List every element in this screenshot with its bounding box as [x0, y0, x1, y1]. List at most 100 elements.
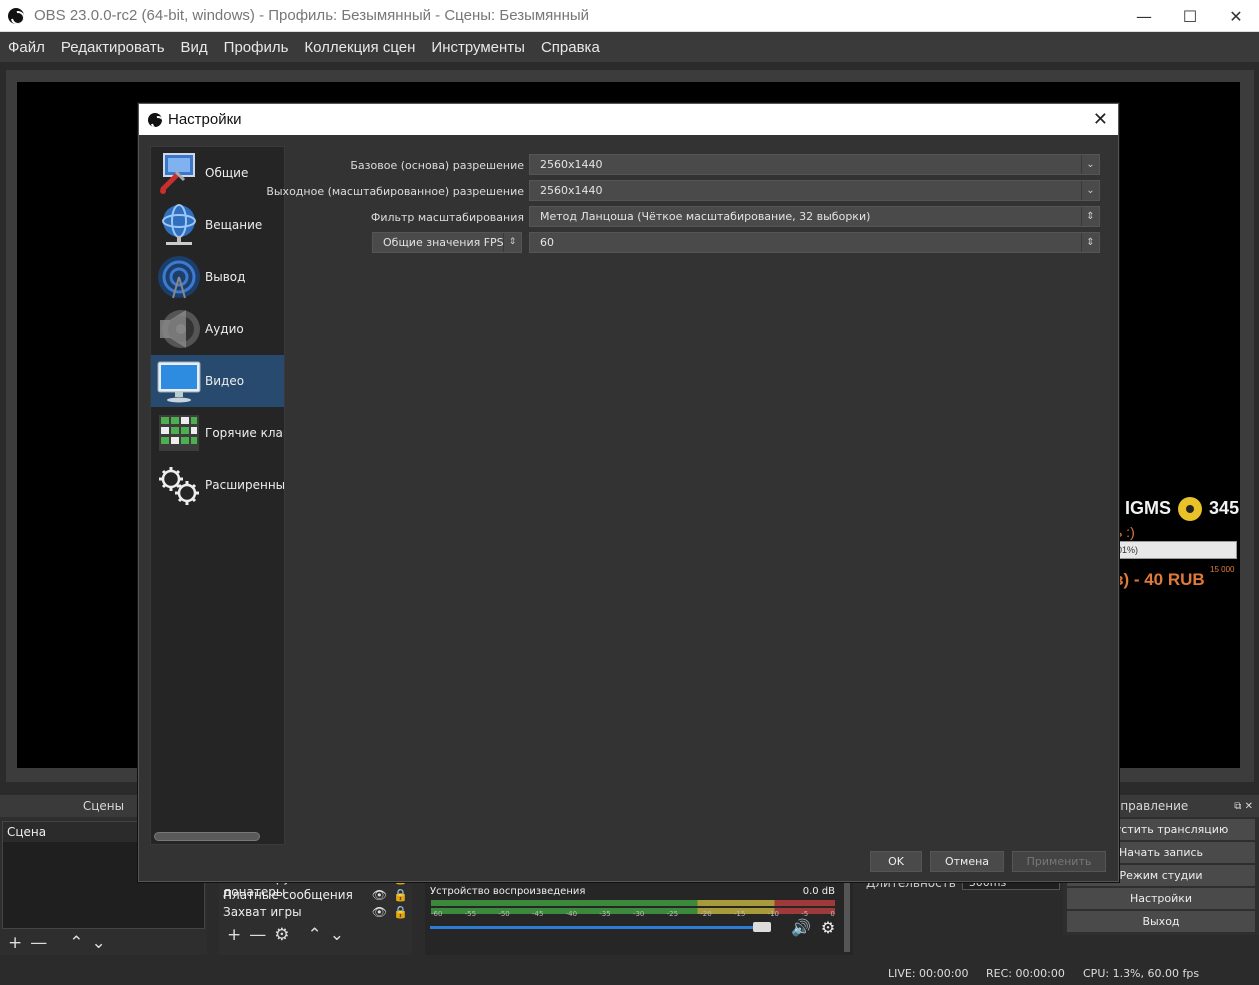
meter-tick: -55 [464, 910, 477, 918]
exit-button[interactable]: Выход [1067, 911, 1255, 932]
fps-type-value: Общие значения FPS [383, 236, 504, 249]
meter-tick: -10 [767, 910, 779, 918]
nav-output[interactable]: Вывод [151, 251, 284, 303]
meter-tick: -30 [632, 910, 645, 918]
meter-tick: -20 [700, 910, 712, 918]
dialog-title: Настройки [168, 111, 242, 128]
donation-overlay: ı IGMS 345 ь :) 01%) 15 000 з) - 40 RUB [1115, 497, 1240, 597]
downscale-filter-select[interactable]: Метод Ланцоша (Чёткое масштабирование, 3… [529, 206, 1100, 227]
source-item[interactable]: Захват игры 👁 🔒 [219, 904, 412, 921]
meter-tick: -45 [531, 910, 544, 918]
audio-icon [153, 305, 205, 353]
video-settings-form: Базовое (основа) разрешение 2560x1440 ⌄ … [266, 154, 1109, 258]
updown-arrows-icon[interactable]: ⇕ [503, 233, 521, 252]
output-resolution-value: 2560x1440 [540, 184, 603, 197]
overlay-progress-text: 01%) [1117, 545, 1139, 555]
dialog-buttons: OK Отмена Применить [870, 851, 1106, 872]
nav-scrollbar[interactable] [154, 832, 260, 841]
updown-arrows-icon[interactable]: ⇕ [1081, 207, 1099, 226]
nav-stream[interactable]: Вещание [151, 199, 284, 251]
menu-tools[interactable]: Инструменты [423, 39, 533, 56]
overlay-progress-bar: 01%) [1115, 541, 1237, 559]
volume-meter-left [431, 900, 835, 906]
meter-tick: 0 [830, 910, 835, 918]
move-source-down-button[interactable]: ⌄ [330, 925, 344, 945]
downscale-filter-label: Фильтр масштабирования [370, 211, 524, 224]
output-resolution-label: Выходное (масштабированное) разрешение [266, 185, 524, 198]
menu-view[interactable]: Вид [173, 39, 216, 56]
lock-icon[interactable]: 🔒 [393, 905, 408, 920]
stream-icon [153, 201, 205, 249]
overlay-goal: 15 000 [1210, 565, 1235, 574]
nav-hotkeys[interactable]: Горячие клавиши [151, 407, 284, 459]
source-properties-button[interactable]: ⚙ [274, 925, 289, 945]
menu-edit[interactable]: Редактировать [53, 39, 173, 56]
menu-help[interactable]: Справка [533, 39, 608, 56]
overlay-last-donation: з) - 40 RUB [1115, 570, 1205, 589]
add-scene-button[interactable]: + [8, 933, 22, 953]
nav-advanced[interactable]: Расширенные [151, 459, 284, 511]
remove-scene-button[interactable]: — [30, 933, 47, 953]
source-label: Платные сообщения [223, 888, 353, 902]
ok-button[interactable]: OK [870, 851, 922, 872]
menu-file[interactable]: Файл [0, 39, 53, 56]
cancel-button[interactable]: Отмена [930, 851, 1004, 872]
eye-icon[interactable]: 👁 [372, 905, 387, 920]
speaker-icon[interactable]: 🔊 [791, 918, 811, 937]
nav-audio[interactable]: Аудио [151, 303, 284, 355]
chevron-down-icon[interactable]: ⌄ [1081, 155, 1099, 174]
mixer-db-value: 0.0 dB [802, 886, 835, 897]
controls-title-text: Управление [1113, 799, 1189, 813]
volume-slider-handle[interactable] [753, 922, 771, 932]
close-window-button[interactable]: ✕ [1213, 0, 1259, 32]
move-scene-down-button[interactable]: ⌄ [92, 933, 106, 953]
nav-video[interactable]: Видео [151, 355, 284, 407]
apply-button[interactable]: Применить [1012, 851, 1106, 872]
menu-profile[interactable]: Профиль [216, 39, 297, 56]
dock-float-close-icon[interactable]: ⧉ ✕ [1234, 801, 1253, 812]
video-icon [153, 357, 205, 405]
fps-type-select[interactable]: Общие значения FPS ⇕ [372, 232, 522, 253]
output-resolution-select[interactable]: 2560x1440 ⌄ [529, 180, 1100, 201]
meter-tick: -25 [666, 910, 679, 918]
source-item[interactable]: Платные сообщения 👁 🔒 [219, 887, 412, 904]
status-bar: LIVE: 00:00:00 REC: 00:00:00 CPU: 1.3%, … [0, 962, 1259, 985]
eye-icon[interactable]: 👁 [372, 888, 387, 903]
minimize-button[interactable]: — [1121, 0, 1167, 32]
settings-nav: Общие Вещание Вывод Аудио Видео Горячие … [150, 146, 285, 845]
settings-button[interactable]: Настройки [1067, 888, 1255, 909]
gear-icon[interactable]: ⚙ [821, 918, 835, 937]
move-scene-up-button[interactable]: ⌃ [69, 933, 83, 953]
lock-icon[interactable]: 🔒 [393, 888, 408, 903]
menu-scene-collection[interactable]: Коллекция сцен [296, 39, 423, 56]
volume-slider[interactable] [430, 926, 771, 929]
rec-time: REC: 00:00:00 [986, 967, 1065, 980]
base-resolution-label: Базовое (основа) разрешение [350, 159, 524, 172]
fps-value: 60 [540, 236, 554, 249]
overlay-title: ı IGMS 345 [1115, 497, 1239, 521]
meter-tick: -35 [599, 910, 611, 918]
source-label: Захват игры [223, 905, 302, 919]
meter-tick: -50 [498, 910, 510, 918]
chevron-down-icon[interactable]: ⌄ [1081, 181, 1099, 200]
move-source-up-button[interactable]: ⌃ [308, 925, 322, 945]
base-resolution-select[interactable]: 2560x1440 ⌄ [529, 154, 1100, 175]
meter-tick: -60 [431, 910, 443, 918]
scenes-toolbar: + — ⌃ ⌄ [0, 929, 207, 957]
remove-source-button[interactable]: — [249, 925, 266, 945]
fps-value-select[interactable]: 60 ⇕ [529, 232, 1100, 253]
dialog-close-button[interactable]: ✕ [1093, 109, 1108, 130]
settings-dialog: Настройки ✕ Общие Вещание Вывод Аудио Ви… [138, 103, 1119, 882]
meter-ticks: -60 -55 -50 -45 -40 -35 -30 -25 -20 -15 -10 -5 0 [431, 910, 835, 918]
add-source-button[interactable]: + [227, 925, 241, 945]
updown-arrows-icon[interactable]: ⇕ [1081, 233, 1099, 252]
nav-video-label: Видео [205, 374, 245, 388]
sources-dock: Самые крупные донатеры 👁🔒 Платные сообще… [219, 870, 412, 955]
window-title: OBS 23.0.0-rc2 (64-bit, windows) - Профи… [34, 7, 590, 24]
base-resolution-value: 2560x1440 [540, 158, 603, 171]
mixer-scrollbar[interactable] [844, 880, 850, 952]
general-icon [153, 149, 205, 197]
nav-general[interactable]: Общие [151, 147, 284, 199]
maximize-button[interactable]: ☐ [1167, 0, 1213, 32]
meter-tick: -15 [733, 910, 746, 918]
